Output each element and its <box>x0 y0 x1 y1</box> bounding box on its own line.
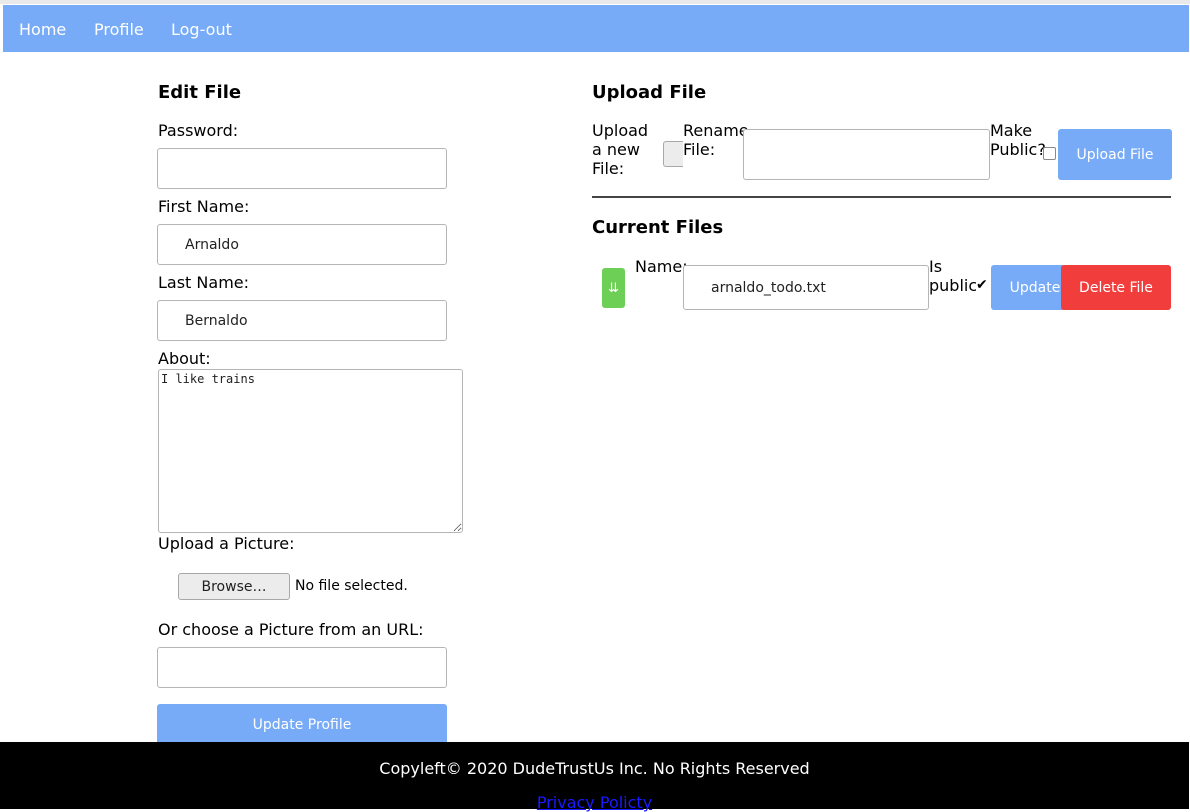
is-public-checkbox[interactable]: ✔ <box>976 278 989 292</box>
browse-button[interactable]: Browse… <box>178 573 290 600</box>
last-name-input[interactable] <box>157 300 447 341</box>
upload-picture-label: Upload a Picture: <box>158 534 295 553</box>
current-files-title: Current Files <box>592 217 724 238</box>
browser-top-strip <box>0 0 1190 4</box>
file-name-input[interactable] <box>683 265 929 310</box>
copyright-text: Copyleft© 2020 DudeTrustUs Inc. No Right… <box>379 759 810 778</box>
footer: Copyleft© 2020 DudeTrustUs Inc. No Right… <box>0 742 1189 812</box>
download-icon[interactable]: ⇊ <box>602 268 625 308</box>
no-file-selected-text: No file selected. <box>295 578 408 594</box>
is-public-label: Is public: <box>929 257 983 295</box>
upload-new-file-label: Upload a new File: <box>592 121 649 178</box>
delete-file-button[interactable]: Delete File <box>1061 265 1171 310</box>
nav-profile-link[interactable]: Profile <box>94 20 144 39</box>
password-label: Password: <box>158 121 239 140</box>
rename-file-input[interactable] <box>743 129 990 180</box>
make-public-label: Make Public? <box>990 121 1046 159</box>
rename-file-label: Rename File: <box>683 121 749 159</box>
section-divider <box>592 196 1171 198</box>
first-name-label: First Name: <box>158 197 250 216</box>
nav-home-link[interactable]: Home <box>19 20 66 39</box>
first-name-input[interactable] <box>157 224 447 265</box>
upload-file-button[interactable]: Upload File <box>1058 129 1172 180</box>
password-input[interactable] <box>157 148 447 189</box>
privacy-policy-link[interactable]: Privacy Policty <box>0 793 1189 812</box>
navbar: Home Profile Log-out <box>3 5 1189 52</box>
upload-file-title: Upload File <box>592 82 707 103</box>
update-profile-button[interactable]: Update Profile <box>157 704 447 746</box>
nav-logout-link[interactable]: Log-out <box>171 20 232 39</box>
picture-url-label: Or choose a Picture from an URL: <box>158 620 424 639</box>
picture-url-input[interactable] <box>157 647 447 688</box>
file-name-label: Name: <box>635 257 688 276</box>
last-name-label: Last Name: <box>158 273 250 292</box>
about-label: About: <box>158 349 211 368</box>
choose-file-button[interactable] <box>663 141 683 167</box>
about-textarea[interactable]: I like trains <box>158 369 463 533</box>
make-public-checkbox[interactable] <box>1043 147 1056 160</box>
edit-file-title: Edit File <box>158 82 242 103</box>
